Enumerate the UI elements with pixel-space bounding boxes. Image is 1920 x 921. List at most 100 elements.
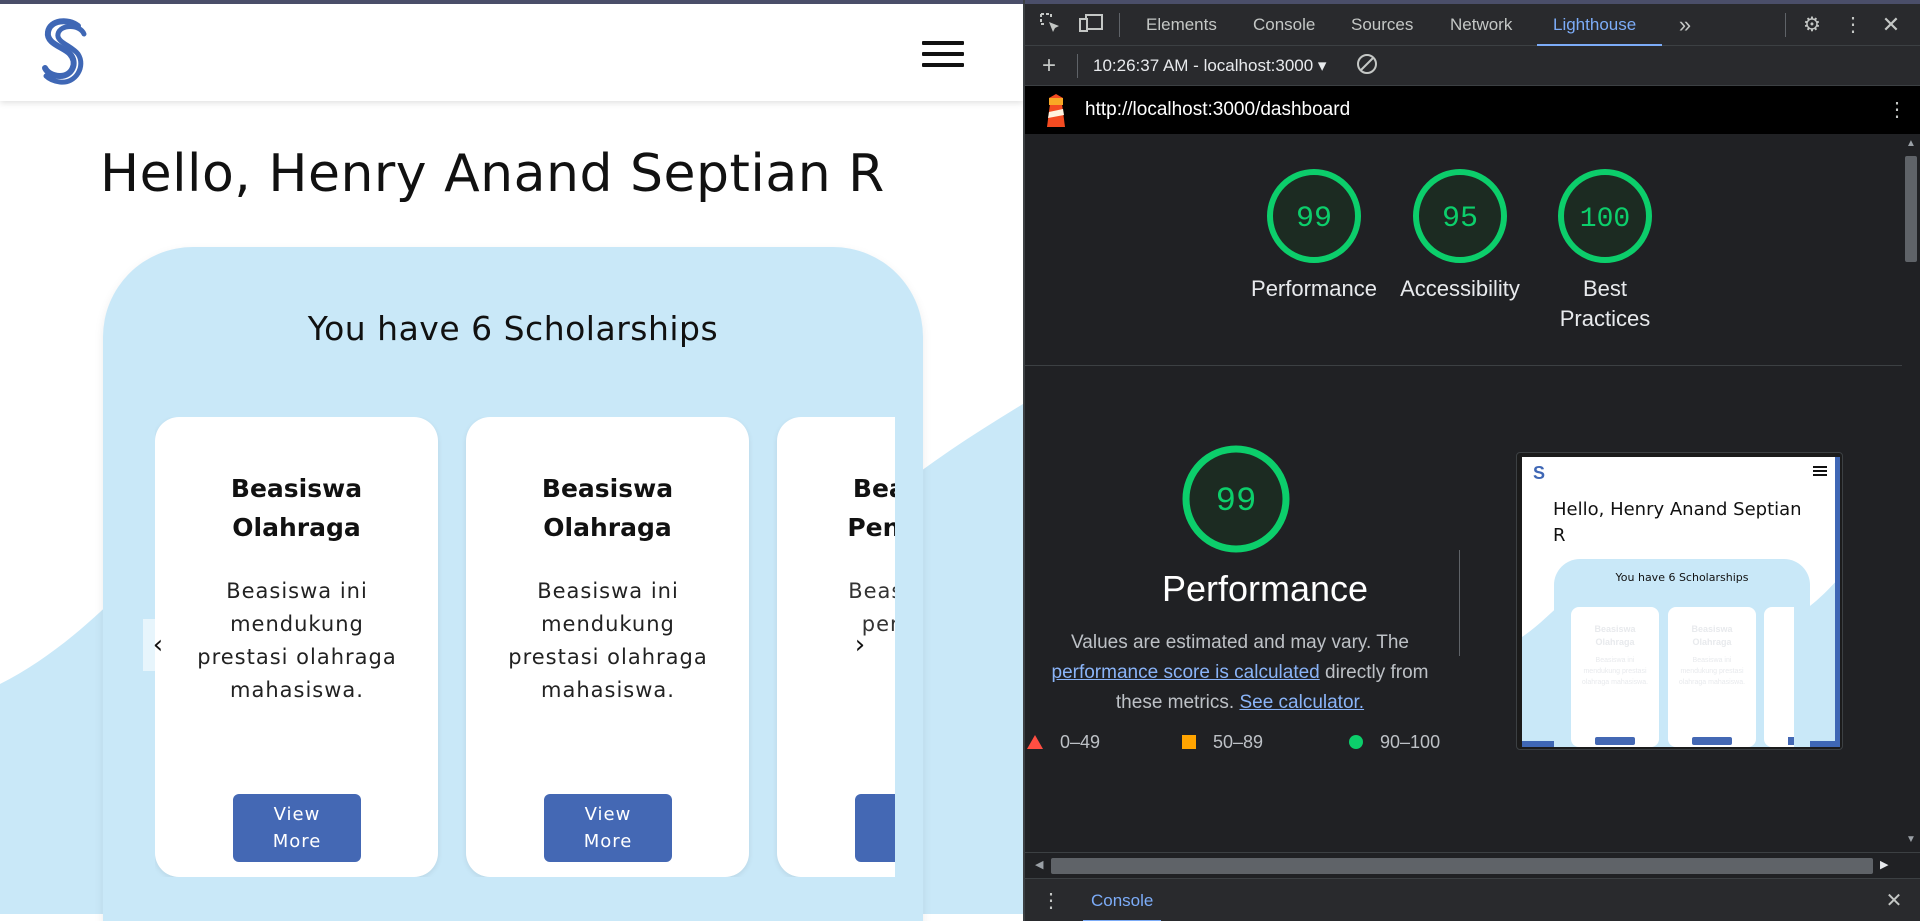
tab-console[interactable]: Console — [1253, 4, 1315, 46]
square-icon — [1182, 735, 1196, 749]
devtools-tabbar: Elements Console Sources Network Lightho… — [1025, 4, 1920, 46]
scroll-right-icon[interactable]: ▶ — [1880, 858, 1888, 871]
thumbnail-page: S Hello, Henry Anand Septian R You have … — [1522, 457, 1840, 747]
thumbnail-hamburger-icon — [1813, 466, 1827, 476]
gauge-score: 100 — [1580, 204, 1630, 235]
see-calculator-link[interactable]: See calculator. — [1239, 692, 1364, 713]
performance-main-gauge: 99 — [1182, 445, 1290, 553]
device-toolbar-icon[interactable] — [1077, 11, 1105, 39]
section-divider — [1025, 365, 1902, 366]
circle-icon — [1349, 735, 1363, 749]
score-gauge-accessibility[interactable]: 95 Accessibility — [1390, 166, 1530, 304]
thumbnail-card-button — [1595, 737, 1635, 745]
drawer-menu-icon[interactable]: ⋮ — [1037, 887, 1065, 915]
scroll-left-icon[interactable]: ◀ — [1035, 858, 1043, 871]
scholarship-card: Beasiswa Olahraga Beasiswa ini mendukung… — [155, 417, 438, 877]
tab-elements[interactable]: Elements — [1146, 4, 1217, 46]
scroll-down-icon[interactable]: ▼ — [1906, 834, 1916, 845]
scrollbar-thumb[interactable] — [1905, 156, 1917, 262]
score-gauge-best-practices[interactable]: 100 Best Practices — [1535, 166, 1675, 334]
lighthouse-report: 99 Performance 95 Accessibility 100 Best… — [1025, 134, 1902, 852]
vertical-divider — [1459, 550, 1460, 656]
gauge-ring: 99 — [1267, 169, 1361, 263]
main-gauge-score: 99 — [1216, 483, 1257, 521]
toolbar-separator — [1785, 13, 1786, 37]
report-selector[interactable]: 10:26:37 AM - localhost:3000 ▾ — [1093, 46, 1326, 86]
inspect-element-icon[interactable] — [1036, 11, 1064, 39]
app-viewport: Hello, Henry Anand Septian R You have 6 … — [0, 4, 1023, 921]
card-description: Beasiswa ini mendukung prestasi olahraga… — [197, 579, 397, 702]
thumbnail-greeting: Hello, Henry Anand Septian R — [1553, 499, 1802, 546]
scholarship-panel: You have 6 Scholarships Beasiswa Olahrag… — [103, 247, 923, 921]
brand-logo-icon[interactable] — [38, 16, 92, 86]
view-more-button[interactable]: View More — [544, 794, 672, 862]
view-more-button[interactable]: View More — [855, 794, 895, 862]
legend-range: 90–100 — [1380, 732, 1441, 752]
legend-fail: 0–49 — [1027, 732, 1100, 753]
scholarship-count-heading: You have 6 Scholarships — [307, 309, 719, 348]
horizontal-scrollbar[interactable]: ◀ ▶ — [1025, 852, 1920, 878]
thumbnail-card-button — [1692, 737, 1732, 745]
new-report-plus-icon[interactable]: + — [1035, 52, 1063, 80]
lighthouse-logo-icon — [1047, 94, 1065, 127]
more-tabs-icon[interactable]: » — [1671, 11, 1699, 39]
gauge-score: 99 — [1296, 202, 1332, 236]
triangle-icon — [1027, 735, 1043, 749]
thumbnail-card-desc: Beasiswa ini mendukung prestasi olahraga… — [1581, 657, 1649, 686]
legend-average: 50–89 — [1182, 732, 1263, 753]
screen: Hello, Henry Anand Septian R You have 6 … — [0, 0, 1920, 921]
thumbnail-count: You have 6 Scholarships — [1615, 571, 1749, 584]
menu-hamburger-icon[interactable] — [922, 37, 966, 71]
card-title: Beasiswa Penelitian — [847, 474, 895, 542]
tab-sources[interactable]: Sources — [1351, 4, 1413, 46]
close-devtools-icon[interactable]: ✕ — [1877, 11, 1905, 39]
gauge-label: Performance — [1251, 276, 1377, 301]
score-calculated-link[interactable]: performance score is calculated — [1052, 662, 1320, 683]
legend-pass: 90–100 — [1349, 732, 1440, 753]
score-gauge-performance[interactable]: 99 Performance — [1244, 166, 1384, 304]
legend-range: 50–89 — [1213, 732, 1264, 752]
thumbnail-card-title: Beasiswa Olahraga — [1594, 624, 1636, 647]
thumbnail-card: Beasiswa Olahraga Beasiswa ini mendukung… — [1668, 607, 1756, 747]
card-description: Beasiswa ini mendukung prestasi olahraga… — [508, 579, 708, 702]
gauge-ring: 95 — [1413, 169, 1507, 263]
view-more-button[interactable]: View More — [233, 794, 361, 862]
app-header — [0, 4, 1023, 101]
page-screenshot-thumbnail[interactable]: S Hello, Henry Anand Septian R You have … — [1516, 452, 1843, 750]
thumbnail-card-partial — [1764, 607, 1794, 747]
vertical-scrollbar[interactable]: ▲ ▼ — [1902, 134, 1920, 852]
thumbnail-card-title: Beasiswa Olahraga — [1691, 624, 1733, 647]
scholarship-card: Beasiswa Olahraga Beasiswa ini mendukung… — [466, 417, 749, 877]
thumbnail-card-button — [1788, 737, 1794, 745]
gauge-label: Best Practices — [1559, 276, 1651, 331]
thumbnail-logo-icon: S — [1533, 463, 1546, 483]
thumbnail-panel: You have 6 Scholarships Beasiswa Olahrag… — [1554, 559, 1810, 747]
thumbnail-card: Beasiswa Olahraga Beasiswa ini mendukung… — [1571, 607, 1659, 747]
close-drawer-icon[interactable]: ✕ — [1880, 887, 1908, 915]
scroll-up-icon[interactable]: ▲ — [1906, 138, 1916, 149]
clear-reports-icon[interactable] — [1353, 52, 1381, 80]
carousel-next-icon[interactable]: › — [845, 619, 875, 671]
carousel-prev-icon[interactable]: ‹ — [143, 619, 173, 671]
lighthouse-toolbar: + 10:26:37 AM - localhost:3000 ▾ — [1025, 46, 1920, 86]
scholarship-carousel: Beasiswa Olahraga Beasiswa ini mendukung… — [155, 417, 895, 877]
performance-title: Performance — [1161, 568, 1369, 609]
devtools-drawer: ⋮ Console ✕ — [1025, 878, 1920, 921]
scholarship-card: Beasiswa Penelitian Beasiswa ini penelit… — [777, 417, 895, 877]
scrollbar-thumb[interactable] — [1051, 858, 1873, 874]
performance-description: Values are estimated and may vary. The p… — [1030, 628, 1450, 718]
card-title: Beasiswa Olahraga — [541, 474, 674, 542]
tab-network[interactable]: Network — [1450, 4, 1512, 46]
drawer-tab-console[interactable]: Console — [1083, 879, 1162, 921]
gauge-ring: 100 — [1558, 169, 1652, 263]
gauge-score: 95 — [1442, 202, 1478, 236]
settings-gear-icon[interactable]: ⚙ — [1798, 11, 1826, 39]
report-url: http://localhost:3000/dashboard — [1085, 99, 1351, 120]
tab-lighthouse[interactable]: Lighthouse — [1553, 4, 1636, 46]
card-title: Beasiswa Olahraga — [230, 474, 363, 542]
greeting-heading: Hello, Henry Anand Septian R — [100, 144, 885, 204]
report-menu-icon[interactable]: ⋮ — [1883, 96, 1911, 124]
gauge-label: Accessibility — [1400, 276, 1520, 301]
more-options-icon[interactable]: ⋮ — [1839, 11, 1867, 39]
report-url-bar: http://localhost:3000/dashboard ⋮ — [1025, 86, 1920, 134]
